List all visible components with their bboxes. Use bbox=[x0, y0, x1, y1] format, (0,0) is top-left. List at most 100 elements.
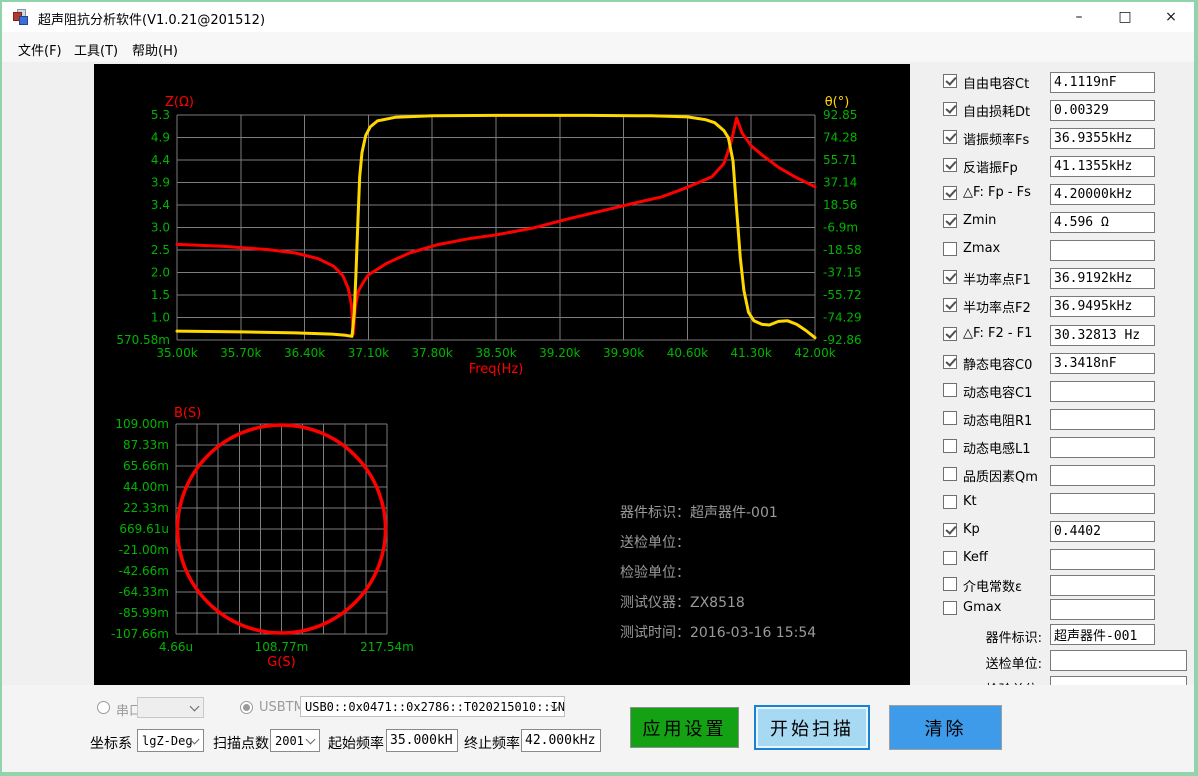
result-checkbox-18[interactable] bbox=[943, 551, 957, 565]
menu-file[interactable]: 文件(F) bbox=[14, 38, 66, 61]
svg-text:39.20k: 39.20k bbox=[539, 346, 580, 360]
result-checkbox-19[interactable] bbox=[943, 577, 957, 591]
result-checkbox-9[interactable] bbox=[943, 298, 957, 312]
svg-text:18.56: 18.56 bbox=[823, 198, 857, 212]
clear-button[interactable]: 清除 bbox=[889, 705, 1002, 750]
svg-text:-107.66m: -107.66m bbox=[111, 627, 169, 641]
result-value-input[interactable] bbox=[1050, 493, 1155, 514]
sweep-points-combo[interactable]: 2001 bbox=[270, 729, 320, 752]
result-checkbox-3[interactable] bbox=[943, 130, 957, 144]
result-value-input[interactable] bbox=[1050, 296, 1155, 317]
svg-text:Freq(Hz): Freq(Hz) bbox=[469, 362, 524, 377]
svg-text:39.90k: 39.90k bbox=[603, 346, 644, 360]
svg-text:109.00m: 109.00m bbox=[115, 417, 169, 431]
result-value-input[interactable] bbox=[1050, 128, 1155, 149]
apply-settings-button[interactable]: 应用设置 bbox=[630, 707, 739, 748]
serial-port-radio[interactable] bbox=[97, 701, 110, 714]
svg-text:-74.29: -74.29 bbox=[823, 311, 862, 325]
svg-text:35.00k: 35.00k bbox=[156, 346, 197, 360]
result-value-input[interactable] bbox=[1050, 212, 1155, 233]
result-value-input[interactable] bbox=[1050, 521, 1155, 542]
result-label: Zmin bbox=[963, 213, 996, 228]
menu-help[interactable]: 帮助(H) bbox=[128, 38, 182, 61]
usb-address-value: USB0::0x0471::0x2786::T020215010::INSTR bbox=[305, 700, 565, 714]
result-checkbox-8[interactable] bbox=[943, 270, 957, 284]
result-checkbox-13[interactable] bbox=[943, 411, 957, 425]
result-checkbox-12[interactable] bbox=[943, 383, 957, 397]
sweep-points-value: 2001 bbox=[275, 734, 304, 748]
result-checkbox-7[interactable] bbox=[943, 242, 957, 256]
result-checkbox-10[interactable] bbox=[943, 327, 957, 341]
svg-text:4.4: 4.4 bbox=[151, 153, 170, 167]
result-value-input[interactable] bbox=[1050, 599, 1155, 620]
result-checkbox-16[interactable] bbox=[943, 495, 957, 509]
result-checkbox-17[interactable] bbox=[943, 523, 957, 537]
menu-tools[interactable]: 工具(T) bbox=[70, 38, 122, 61]
result-checkbox-14[interactable] bbox=[943, 439, 957, 453]
svg-text:37.80k: 37.80k bbox=[412, 346, 453, 360]
chevron-down-icon bbox=[190, 701, 200, 711]
sweep-points-label: 扫描点数 bbox=[213, 733, 269, 753]
svg-text:41.30k: 41.30k bbox=[731, 346, 772, 360]
svg-text:-85.99m: -85.99m bbox=[119, 606, 169, 620]
result-checkbox-11[interactable] bbox=[943, 355, 957, 369]
svg-text:37.10k: 37.10k bbox=[348, 346, 389, 360]
result-checkbox-15[interactable] bbox=[943, 467, 957, 481]
result-value-input[interactable] bbox=[1050, 575, 1155, 596]
result-checkbox-4[interactable] bbox=[943, 158, 957, 172]
maximize-button[interactable]: □ bbox=[1102, 2, 1148, 32]
result-label: △F: F2 - F1 bbox=[963, 326, 1032, 341]
result-value-input[interactable] bbox=[1050, 72, 1155, 93]
result-checkbox-6[interactable] bbox=[943, 214, 957, 228]
result-value-input[interactable] bbox=[1050, 156, 1155, 177]
result-value-input[interactable] bbox=[1050, 549, 1155, 570]
result-value-input[interactable] bbox=[1050, 100, 1155, 121]
result-value-input[interactable] bbox=[1050, 465, 1155, 486]
svg-text:-21.00m: -21.00m bbox=[119, 543, 169, 557]
result-label: 谐振频率Fs bbox=[963, 129, 1029, 148]
result-value-input[interactable] bbox=[1050, 353, 1155, 374]
device-info-line: 器件标识：超声器件-001 bbox=[620, 498, 816, 528]
app-window: 超声阻抗分析软件(V1.0.21@201512) – □ × 文件(F) 工具(… bbox=[0, 0, 1198, 776]
close-button[interactable]: × bbox=[1148, 2, 1194, 32]
result-checkbox-20[interactable] bbox=[943, 601, 957, 615]
svg-text:87.33m: 87.33m bbox=[123, 438, 169, 452]
svg-text:65.66m: 65.66m bbox=[123, 459, 169, 473]
result-label: 动态电容C1 bbox=[963, 382, 1032, 401]
svg-text:θ(°): θ(°) bbox=[825, 95, 850, 110]
result-checkbox-2[interactable] bbox=[943, 102, 957, 116]
usb-address-combo[interactable]: USB0::0x0471::0x2786::T020215010::INSTR bbox=[300, 696, 565, 717]
result-label: 静态电容C0 bbox=[963, 354, 1032, 373]
result-checkbox-1[interactable] bbox=[943, 74, 957, 88]
result-value-input[interactable] bbox=[1050, 409, 1155, 430]
window-title: 超声阻抗分析软件(V1.0.21@201512) bbox=[38, 9, 265, 28]
id-field-input[interactable] bbox=[1050, 624, 1155, 645]
svg-text:2.5: 2.5 bbox=[151, 243, 170, 257]
start-scan-button[interactable]: 开始扫描 bbox=[754, 705, 870, 750]
result-value-input[interactable] bbox=[1050, 437, 1155, 458]
result-value-input[interactable] bbox=[1050, 381, 1155, 402]
minimize-button[interactable]: – bbox=[1056, 2, 1102, 32]
menu-bar: 文件(F) 工具(T) 帮助(H) bbox=[2, 32, 1194, 62]
svg-text:40.60k: 40.60k bbox=[667, 346, 708, 360]
id-field-input[interactable] bbox=[1050, 650, 1187, 671]
plot-area: 5.34.94.43.93.43.02.52.01.51.0570.58m92.… bbox=[94, 64, 910, 685]
stop-freq-input[interactable] bbox=[521, 729, 601, 752]
app-icon bbox=[13, 9, 29, 25]
device-info-line: 送检单位： bbox=[620, 528, 816, 558]
result-value-input[interactable] bbox=[1050, 184, 1155, 205]
result-value-input[interactable] bbox=[1050, 325, 1155, 346]
svg-text:4.9: 4.9 bbox=[151, 131, 170, 145]
result-value-input[interactable] bbox=[1050, 268, 1155, 289]
result-value-input[interactable] bbox=[1050, 240, 1155, 261]
result-label: Zmax bbox=[963, 241, 1000, 256]
svg-text:2.0: 2.0 bbox=[151, 266, 170, 280]
start-freq-input[interactable] bbox=[386, 729, 458, 752]
coord-system-combo[interactable]: lgZ-Deg bbox=[137, 729, 204, 752]
result-checkbox-5[interactable] bbox=[943, 186, 957, 200]
svg-text:5.3: 5.3 bbox=[151, 108, 170, 122]
svg-text:G(S): G(S) bbox=[267, 655, 295, 670]
svg-text:570.58m: 570.58m bbox=[116, 333, 170, 347]
usbtmc-radio[interactable] bbox=[240, 701, 253, 714]
serial-port-combo[interactable] bbox=[137, 697, 204, 718]
